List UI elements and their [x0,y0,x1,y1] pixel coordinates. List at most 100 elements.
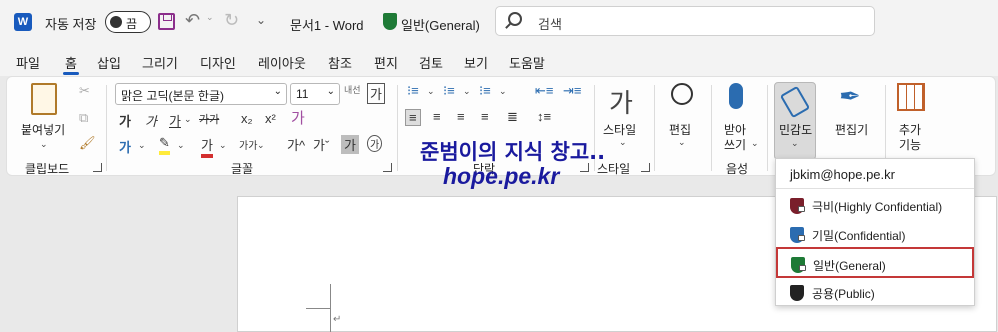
sensitivity-title-label[interactable]: 일반(General) [401,15,480,34]
cut-icon[interactable]: ✂ [79,83,90,99]
margin-mark [306,308,330,309]
italic-button[interactable]: 가 [145,111,157,130]
save-icon[interactable] [158,13,175,30]
toggle-knob [110,16,122,28]
font-color-dropdown-icon[interactable]: ⌄ [219,140,227,151]
sensitivity-option-highly-confidential[interactable]: 극비(Highly Confidential) [778,190,972,219]
sensitivity-option-general[interactable]: 일반(General) [776,247,974,278]
bullets-dropdown-icon[interactable]: ⌄ [427,86,435,97]
customize-qat-icon[interactable]: ⌄ [256,13,266,27]
tab-help[interactable]: 도움말 [509,53,545,72]
tab-references[interactable]: 참조 [328,53,352,72]
highlight-dropdown-icon[interactable]: ⌄ [177,140,185,151]
autosave-toggle[interactable]: 끔 [105,11,151,33]
tab-insert[interactable]: 삽입 [97,53,121,72]
undo-dropdown-icon[interactable]: ⌄ [206,12,214,23]
bullets-icon[interactable]: ⁝≡ [407,83,419,99]
editor-icon[interactable]: ✒ [839,81,861,112]
divider [397,85,398,171]
bold-button[interactable]: 가 [119,111,131,130]
sensitivity-option-public[interactable]: 공용(Public) [778,277,972,306]
sensitivity-dropdown-icon: ⌄ [791,138,799,148]
clear-format-icon[interactable]: 가 [291,107,305,128]
char-border-button[interactable]: 가 [367,83,385,104]
addins-label-2[interactable]: 기능 [899,136,921,153]
editing-label[interactable]: 편집 [669,121,691,138]
strikethrough-button[interactable]: 가가 [199,111,219,127]
dictate-dropdown-icon[interactable]: ⌄ [751,138,759,149]
text-effects-dropdown-icon[interactable]: ⌄ [138,140,146,151]
superscript-button[interactable]: x² [265,111,276,126]
sensitivity-tag-icon [779,85,811,119]
tab-file[interactable]: 파일 [16,53,40,72]
justify-icon[interactable]: ≡ [481,109,489,124]
copy-icon[interactable]: ⧉ [79,110,88,126]
editing-dropdown-icon[interactable]: ⌄ [678,137,686,148]
addins-icon[interactable] [897,83,925,111]
decrease-indent-icon[interactable]: ⇤≡ [535,83,553,99]
paste-dropdown-icon[interactable]: ⌄ [40,139,48,150]
styles-dropdown-icon[interactable]: ⌄ [619,137,627,148]
tab-mailings[interactable]: 편지 [374,53,398,72]
dictate-label-2[interactable]: 쓰기 [724,136,746,153]
tab-draw[interactable]: 그리기 [142,53,178,72]
grow-font-button[interactable]: 가^ [287,135,305,154]
autosave-label: 자동 저장 [45,17,97,32]
margin-mark [330,284,331,332]
subscript-button[interactable]: x₂ [241,111,253,126]
divider [654,85,655,171]
multilevel-list-icon[interactable]: ⁝≡ [479,83,491,99]
increase-indent-icon[interactable]: ⇥≡ [563,83,581,99]
divider [711,85,712,171]
font-color-button[interactable]: 가 [201,135,213,158]
font-launcher-icon[interactable] [383,163,392,172]
tab-review[interactable]: 검토 [419,53,443,72]
align-right-icon[interactable]: ≡ [457,109,465,124]
undo-icon[interactable]: ↶ [185,10,200,31]
paste-label[interactable]: 붙여넣기 [21,121,65,138]
divider [776,188,974,189]
phonetic-guide-button[interactable]: 내선 [344,83,361,96]
line-spacing-icon[interactable]: ↕≡ [537,109,551,124]
tab-home[interactable]: 홈 [63,53,79,75]
sensitivity-dropdown: jbkim@hope.pe.kr 극비(Highly Confidential)… [775,158,975,306]
enclose-char-button[interactable]: 가 [367,135,383,152]
numbering-icon[interactable]: ⁝≡ [443,83,455,99]
redo-icon[interactable]: ↻ [224,10,239,31]
search-box[interactable]: 검색 [495,6,875,36]
align-center-icon[interactable]: ≡ [433,109,441,124]
char-shading-button[interactable]: 가 [341,135,359,154]
underline-button[interactable]: 가 [169,111,181,130]
microphone-icon[interactable] [729,83,743,109]
editor-label[interactable]: 편집기 [835,121,868,138]
tab-design[interactable]: 디자인 [200,53,236,72]
clipboard-launcher-icon[interactable] [93,163,102,172]
lock-icon [799,265,806,271]
font-size-select[interactable]: 11 ⌄ [290,83,340,105]
voice-group-label: 음성 [726,162,749,176]
styles-icon[interactable]: 가 [609,83,633,120]
font-name-select[interactable]: 맑은 고딕(본문 한글) ⌄ [115,83,287,105]
char-spacing-dropdown-icon[interactable]: ⌄ [257,140,265,151]
highlight-icon[interactable]: ✎ [159,135,170,155]
tab-layout[interactable]: 레이아웃 [258,53,306,72]
distributed-icon[interactable]: ≣ [507,109,518,125]
styles-launcher-icon[interactable] [641,163,650,172]
word-app-icon: W [14,13,32,31]
format-painter-icon[interactable]: 🖌 [79,135,96,151]
ribbon-tabs: 파일 홈 삽입 그리기 디자인 레이아웃 참조 편지 검토 보기 도움말 [0,44,998,76]
align-left-icon[interactable]: ≡ [405,109,421,126]
sensitivity-shield-icon[interactable] [383,13,397,30]
sensitivity-option-confidential[interactable]: 기밀(Confidential) [778,219,972,248]
sensitivity-button[interactable]: 민감도 ⌄ [774,82,816,160]
shrink-font-button[interactable]: 가ˇ [313,135,329,154]
paste-icon[interactable] [31,83,57,115]
underline-dropdown-icon[interactable]: ⌄ [184,114,192,125]
numbering-dropdown-icon[interactable]: ⌄ [463,86,471,97]
find-icon[interactable] [671,83,693,105]
styles-label[interactable]: 스타일 [603,121,636,138]
char-spacing-button[interactable]: 가가 [239,137,257,152]
text-effects-button[interactable]: 가 [119,137,131,156]
multilevel-dropdown-icon[interactable]: ⌄ [499,86,507,97]
tab-view[interactable]: 보기 [464,53,488,72]
